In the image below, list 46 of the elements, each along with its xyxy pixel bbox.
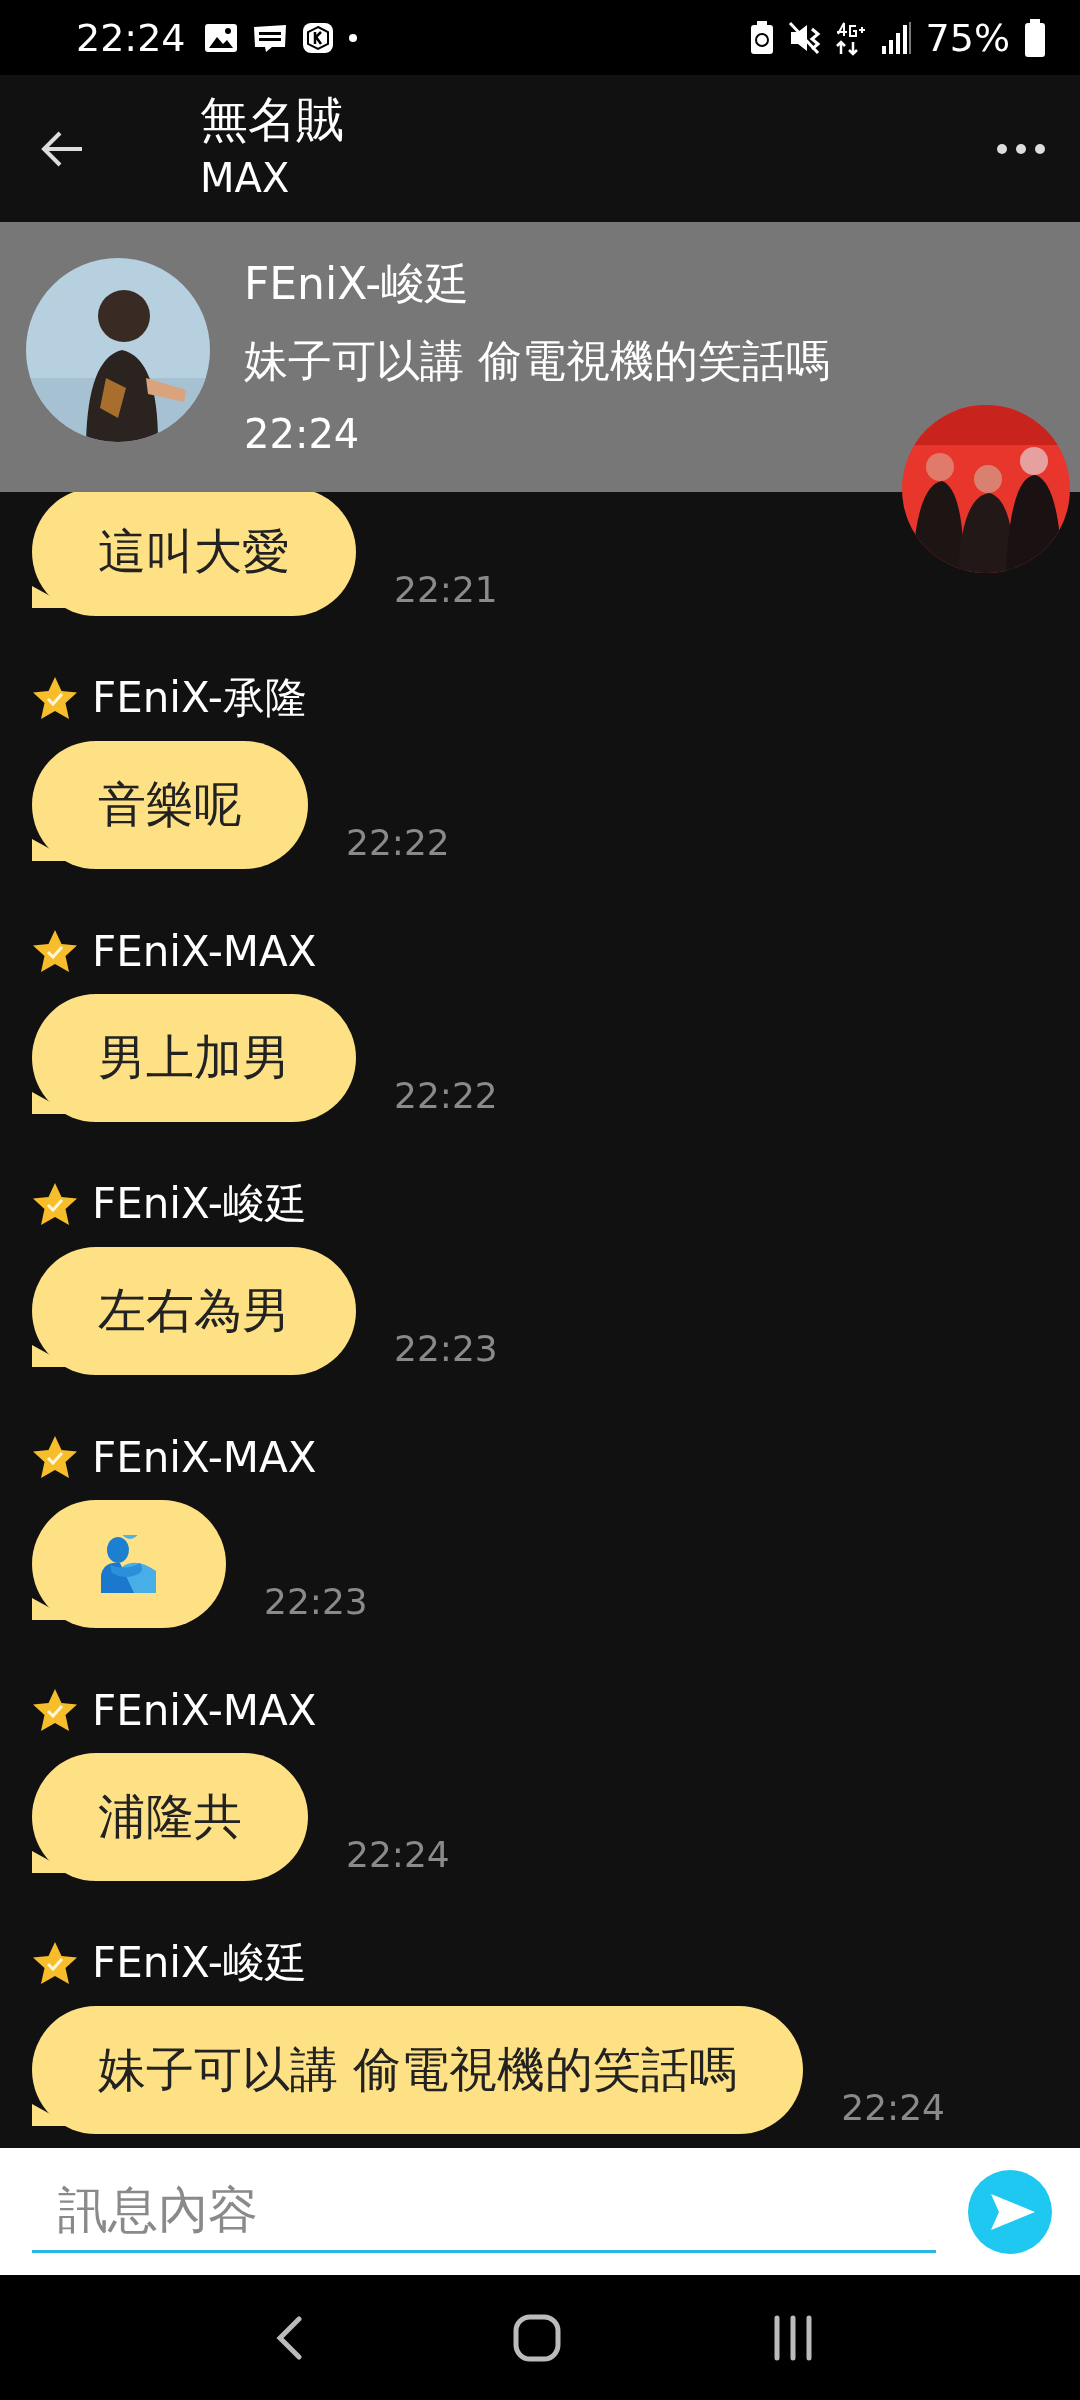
sender-name: FEniX-峻廷: [92, 1937, 307, 1989]
verified-star-icon: [32, 1688, 78, 1732]
dot-icon: [347, 32, 358, 43]
sender-name: FEniX-MAX: [92, 1685, 317, 1735]
sender-name: FEniX-MAX: [92, 1432, 317, 1482]
message-text: 妹子可以講 偷電視機的笑話嗎: [98, 2040, 738, 2099]
message-text: 浦隆共: [98, 1787, 242, 1846]
sender-name: FEniX-承隆: [92, 672, 307, 724]
more-icon: [996, 142, 1046, 155]
battery-icon: [1024, 18, 1046, 57]
sender-name: FEniX-MAX: [92, 926, 317, 976]
battery-saver-icon: [749, 20, 774, 55]
signal-icon: [879, 21, 912, 54]
message-time: 22:24: [841, 2087, 945, 2130]
verified-star-icon: [32, 929, 78, 973]
message-text: 這叫大愛: [98, 522, 290, 581]
sender-name: FEniX-峻廷: [92, 1178, 307, 1230]
message-text: 音樂呢: [98, 775, 242, 834]
verified-star-icon: [32, 676, 78, 720]
notification-sender: FEniX-峻廷: [244, 257, 471, 311]
clock: 22:24: [76, 15, 186, 60]
message-time: 22:23: [394, 1328, 498, 1371]
app-badge-icon: [251, 22, 288, 53]
message-text: 男上加男: [98, 1028, 290, 1087]
app-badge-icon: [301, 21, 334, 54]
notification-time: 22:24: [244, 410, 361, 459]
message-time: 22:22: [394, 1075, 498, 1118]
message-time: 22:23: [264, 1581, 368, 1624]
back-icon: [275, 2315, 303, 2360]
mute-icon: [787, 20, 822, 55]
verified-star-icon: [32, 1435, 78, 1479]
message-time: 22:24: [346, 1834, 450, 1877]
chat-title: 無名賊: [200, 89, 345, 149]
message-text: 左右為男: [98, 1281, 290, 1340]
battery-level: 75%: [925, 15, 1010, 60]
home-icon: [513, 2313, 561, 2362]
verified-star-icon: [32, 1182, 78, 1226]
notification-banner[interactable]: FEniX-峻廷 妹子可以講 偷電視機的笑話嗎 22:24: [0, 222, 1080, 492]
people-hugging-icon: [100, 1535, 158, 1593]
verified-star-icon: [32, 1941, 78, 1985]
send-icon: [989, 2191, 1037, 2232]
notification-message: 妹子可以講 偷電視機的笑話嗎: [244, 334, 830, 388]
image-icon: [203, 22, 238, 53]
message-time: 22:21: [394, 569, 498, 612]
message-time: 22:22: [346, 822, 450, 865]
chat-subtitle: MAX: [200, 153, 291, 203]
